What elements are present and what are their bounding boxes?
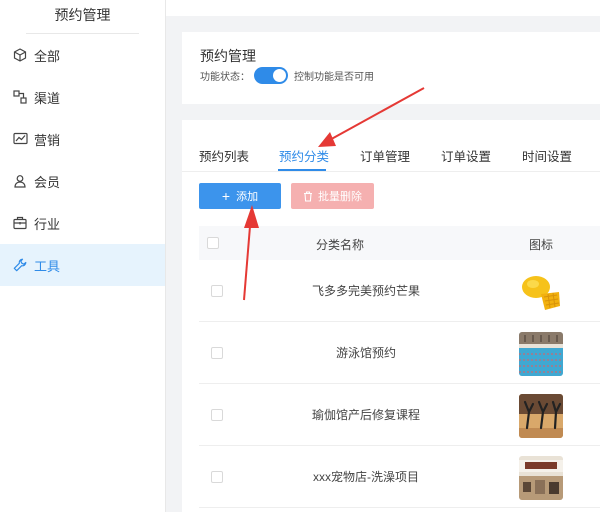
column-header-icon: 图标 <box>529 238 554 252</box>
cube-icon <box>12 47 28 63</box>
row-checkbox[interactable] <box>211 285 223 297</box>
row-checkbox[interactable] <box>211 409 223 421</box>
sidebar-item-all[interactable]: 全部 <box>0 34 165 76</box>
sidebar-item-label: 营销 <box>34 132 61 148</box>
select-all-checkbox[interactable] <box>207 237 219 249</box>
column-header-name: 分类名称 <box>316 238 365 252</box>
sidebar-item-member[interactable]: 会员 <box>0 160 165 202</box>
page-title: 预约管理 <box>200 48 256 64</box>
category-name: 瑜伽馆产后修复课程 <box>311 408 420 422</box>
table-row[interactable]: 游泳馆预约 <box>199 322 600 384</box>
briefcase-icon <box>12 215 28 231</box>
sidebar-item-channel[interactable]: 渠道 <box>0 76 165 118</box>
wrench-icon <box>12 257 28 273</box>
table-row[interactable]: xxx宠物店-洗澡项目 <box>199 446 600 508</box>
trash-icon <box>303 190 313 202</box>
toggle-knob <box>273 69 286 82</box>
sidebar-item-industry[interactable]: 行业 <box>0 202 165 244</box>
channel-icon <box>12 89 28 105</box>
top-bar <box>166 0 600 16</box>
row-checkbox[interactable] <box>211 347 223 359</box>
row-checkbox[interactable] <box>211 471 223 483</box>
pet-shop-image <box>519 456 563 500</box>
category-name: 游泳馆预约 <box>335 346 396 360</box>
sidebar: 预约管理 全部 渠道 营销 会员 行业 工具 <box>0 0 166 512</box>
mango-image <box>519 270 563 314</box>
feature-status-label: 功能状态： <box>200 72 250 83</box>
add-button[interactable]: + 添加 <box>199 183 281 209</box>
sidebar-title: 预约管理 <box>26 0 139 34</box>
feature-status-row: 功能状态： 控制功能是否可用 <box>200 67 374 84</box>
batch-delete-label: 批量删除 <box>318 191 362 203</box>
category-name: xxx宠物店-洗澡项目 <box>313 470 419 484</box>
table-header: 分类名称 图标 <box>199 226 600 260</box>
feature-status-card: 预约管理 功能状态： 控制功能是否可用 <box>182 32 600 104</box>
chart-icon <box>12 131 28 147</box>
tab-bar: 预约列表 预约分类 订单管理 订单设置 时间设置 <box>182 146 600 170</box>
tab-order-management[interactable]: 订单管理 <box>360 146 410 165</box>
tab-time-settings[interactable]: 时间设置 <box>522 146 572 165</box>
table-row[interactable]: 瑜伽馆产后修复课程 <box>199 384 600 446</box>
tab-divider <box>182 171 600 172</box>
feature-status-toggle[interactable] <box>254 67 288 84</box>
table-row[interactable]: 飞多多完美预约芒果 <box>199 260 600 322</box>
tab-booking-list[interactable]: 预约列表 <box>199 146 249 165</box>
feature-status-hint: 控制功能是否可用 <box>294 72 374 83</box>
category-card: 预约列表 预约分类 订单管理 订单设置 时间设置 + 添加 批量删除 分类名称 … <box>182 120 600 512</box>
plus-icon: + <box>221 188 231 204</box>
sidebar-item-label: 渠道 <box>34 90 61 106</box>
batch-delete-button[interactable]: 批量删除 <box>291 183 374 209</box>
sidebar-item-label: 工具 <box>34 258 61 274</box>
sidebar-item-label: 会员 <box>34 174 61 190</box>
category-name: 飞多多完美预约芒果 <box>311 284 420 298</box>
yoga-image <box>519 394 563 438</box>
tab-booking-category[interactable]: 预约分类 <box>279 146 329 165</box>
sidebar-item-label: 行业 <box>34 216 61 232</box>
add-button-label: 添加 <box>236 191 259 203</box>
sidebar-item-label: 全部 <box>34 48 61 64</box>
swimming-pool-image <box>519 332 563 376</box>
tab-order-settings[interactable]: 订单设置 <box>441 146 491 165</box>
sidebar-item-marketing[interactable]: 营销 <box>0 118 165 160</box>
user-icon <box>12 173 28 189</box>
sidebar-item-tools[interactable]: 工具 <box>0 244 165 286</box>
